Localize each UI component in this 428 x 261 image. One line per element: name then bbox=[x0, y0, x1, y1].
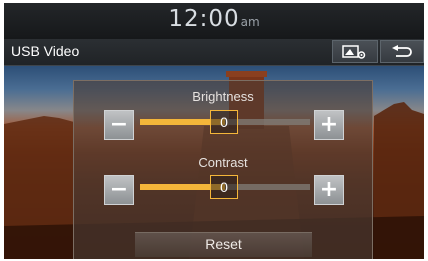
clock-ampm: am bbox=[240, 15, 260, 29]
plus-icon: + bbox=[319, 112, 339, 137]
contrast-increase-button[interactable]: + bbox=[314, 175, 344, 205]
reset-button[interactable]: Reset bbox=[135, 232, 312, 257]
back-button[interactable] bbox=[380, 40, 424, 63]
brightness-label: Brightness bbox=[192, 89, 254, 104]
clock-time: 12:00 bbox=[168, 6, 240, 32]
minus-icon: − bbox=[109, 112, 129, 137]
minus-icon: − bbox=[109, 177, 129, 202]
plus-icon: + bbox=[319, 177, 339, 202]
video-background: Brightness − 0 + Contrast − 0 + Reset bbox=[4, 66, 424, 259]
picture-settings-button[interactable] bbox=[332, 40, 378, 63]
contrast-value: 0 bbox=[210, 175, 238, 199]
clock: 12:00am bbox=[4, 6, 424, 32]
brightness-increase-button[interactable]: + bbox=[314, 110, 344, 140]
page-title: USB Video bbox=[11, 43, 80, 59]
head-unit-screen: 12:00am USB Video Brightness − 0 + Contr… bbox=[4, 3, 424, 259]
contrast-decrease-button[interactable]: − bbox=[104, 175, 134, 205]
brightness-decrease-button[interactable]: − bbox=[104, 110, 134, 140]
brightness-value: 0 bbox=[210, 110, 238, 134]
title-bar: USB Video bbox=[4, 39, 424, 66]
back-arrow-icon bbox=[392, 44, 412, 57]
picture-adjust-panel: Brightness − 0 + Contrast − 0 + Reset bbox=[73, 80, 373, 259]
status-bar: 12:00am bbox=[4, 3, 424, 39]
picture-settings-icon bbox=[342, 44, 366, 59]
contrast-label: Contrast bbox=[198, 155, 248, 170]
